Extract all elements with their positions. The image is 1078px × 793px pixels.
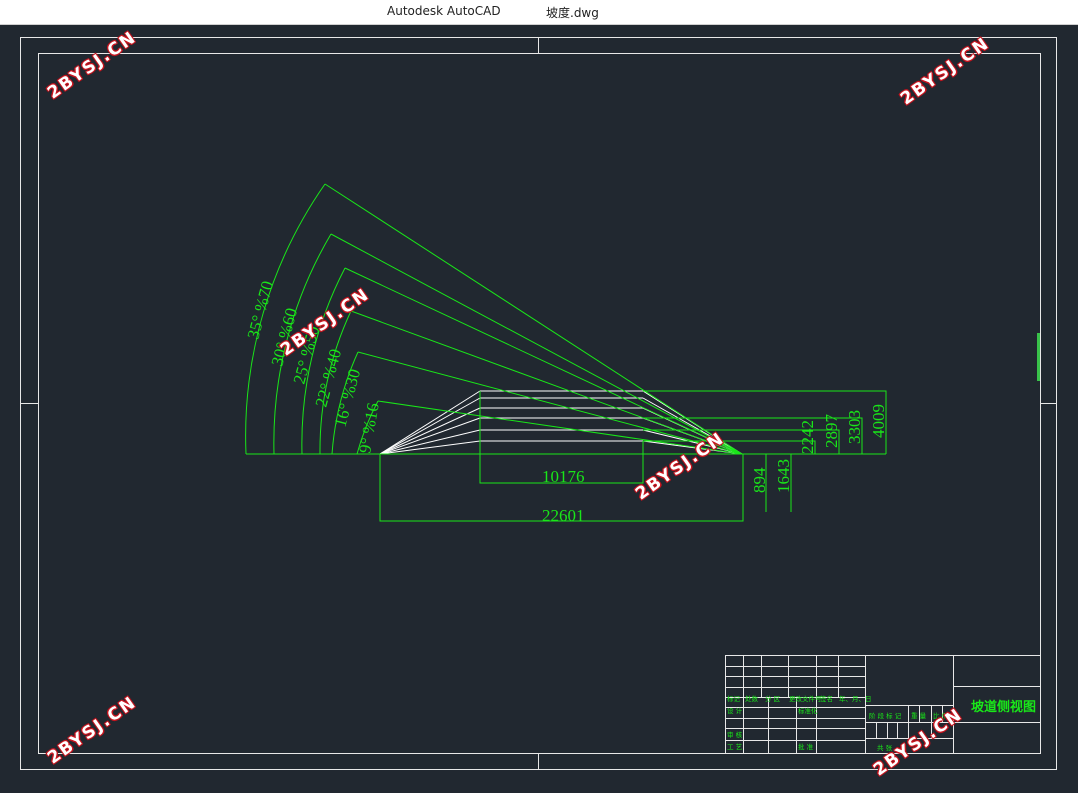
tb-approve: 批 准 <box>798 742 814 751</box>
angle-label-9: 9° %16 <box>355 401 383 454</box>
dimension-lines <box>379 390 887 522</box>
tb-design: 设 计 <box>727 706 743 715</box>
title-block: 标记 处数 分 区 更改文件号 签名 年、月、日 设 计 标准化 审 核 工 艺… <box>725 655 1041 754</box>
tb-stage: 阶 段 标 记 <box>869 711 902 720</box>
tb-col-zone: 分 区 <box>765 694 781 703</box>
angle-label-35: 35° %70 <box>244 279 278 341</box>
tb-craft: 工 艺 <box>727 743 743 751</box>
tb-standard: 标准化 <box>798 706 818 715</box>
app-title: Autodesk AutoCAD <box>387 4 501 18</box>
dim-total: 22601 <box>542 506 585 525</box>
file-name-tab[interactable]: 坡度.dwg <box>546 4 599 21</box>
dim-4009: 4009 <box>869 404 888 438</box>
dim-inner: 10176 <box>542 467 585 486</box>
drawing-canvas[interactable]: 35° %70 30° %60 25° %50 22° %40 16° %30 … <box>0 24 1078 793</box>
title-bar: Autodesk AutoCAD 坡度.dwg <box>0 0 1078 25</box>
tb-review: 审 核 <box>727 730 743 739</box>
dim-2897: 2897 <box>822 414 841 449</box>
tb-col-count: 处数 <box>745 694 759 703</box>
tb-col-change: 更改文件号 <box>789 694 822 703</box>
dim-894: 894 <box>750 467 769 493</box>
tb-weight: 重 量 <box>911 712 927 720</box>
dim-1643: 1643 <box>774 459 793 493</box>
dim-3303: 3303 <box>845 410 864 444</box>
drawing-frame <box>20 37 1057 770</box>
tb-col-mark: 标记 <box>727 694 741 703</box>
dim-2242: 2242 <box>798 420 817 454</box>
tb-col-date: 年、月、日 <box>839 694 872 703</box>
slope-white-lines <box>379 390 743 455</box>
dimension-labels: 10176 22601 894 1643 2242 2897 3303 4009 <box>542 404 888 525</box>
vertical-scroll-handle[interactable] <box>1037 333 1040 381</box>
drawing-title: 坡道侧视图 <box>971 699 1036 715</box>
tb-col-sign: 签名 <box>820 694 833 703</box>
